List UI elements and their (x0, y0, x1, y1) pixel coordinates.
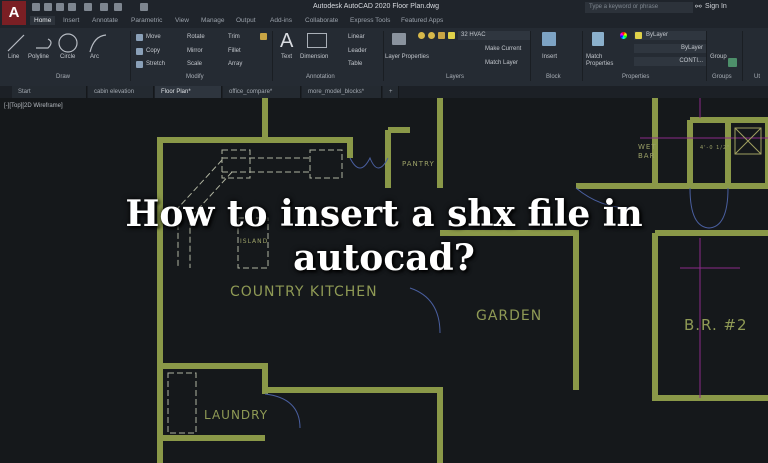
dimension-button[interactable]: Dimension (300, 54, 328, 60)
tab-featured-apps[interactable]: Featured Apps (401, 17, 443, 24)
file-tab-cabin-elevation[interactable]: cabin elevation (88, 86, 154, 98)
mirror-button[interactable]: Mirror (187, 48, 203, 54)
tab-express-tools[interactable]: Express Tools (350, 17, 390, 24)
app-logo[interactable]: A (2, 1, 26, 25)
color-swatch (635, 32, 642, 39)
lineweight-dropdown[interactable]: ByLayer (634, 44, 706, 53)
ribbon: Line Polyline Circle Arc Draw Move Copy … (0, 28, 768, 86)
tab-collaborate[interactable]: Collaborate (305, 17, 338, 24)
tab-manage[interactable]: Manage (201, 17, 225, 24)
sign-in-link[interactable]: Sign In (705, 3, 727, 10)
headline-line-2: autocad? (293, 237, 475, 279)
groups-panel-label[interactable]: Groups (712, 74, 732, 80)
table-button[interactable]: Table (348, 61, 362, 67)
headline-overlay: How to insert a shx file in autocad? (0, 192, 768, 280)
draw-tool-icons (7, 33, 107, 53)
tab-annotate[interactable]: Annotate (92, 17, 118, 24)
new-icon[interactable] (32, 3, 40, 11)
save-icon[interactable] (56, 3, 64, 11)
layers-panel-label[interactable]: Layers (446, 74, 464, 80)
array-button[interactable]: Array (228, 61, 242, 67)
ribbon-tabs: Home Insert Annotate Parametric View Man… (0, 15, 768, 28)
lock-icon (438, 32, 445, 39)
dimension-text: 4'-0 1/2" (700, 145, 731, 151)
fillet-button[interactable]: Fillet (228, 48, 241, 54)
match-properties-button[interactable]: Match Properties (586, 54, 616, 68)
utilities-panel-label[interactable]: Ut (754, 74, 760, 80)
tab-parametric[interactable]: Parametric (131, 17, 162, 24)
room-label-garden: GARDEN (476, 308, 543, 324)
text-icon: A (280, 30, 294, 52)
layer-dropdown[interactable]: 32 HVAC (458, 31, 530, 40)
room-label-wet-bar: WET BAR (638, 143, 657, 160)
tab-insert[interactable]: Insert (63, 17, 79, 24)
appliance-cross (734, 127, 762, 155)
properties-panel-label[interactable]: Properties (622, 74, 649, 80)
make-current-button[interactable]: Make Current (485, 46, 521, 52)
title-bar: Autodesk AutoCAD 2020 Floor Plan.dwg Typ… (0, 0, 768, 15)
file-tab-start[interactable]: Start (12, 86, 87, 98)
layer-properties-button[interactable]: Layer Properties (385, 54, 429, 61)
block-panel-label[interactable]: Block (546, 74, 561, 80)
move-icon (136, 34, 143, 41)
binoculars-icon[interactable]: ⚯ (695, 2, 702, 11)
circle-button[interactable]: Circle (60, 54, 75, 60)
color-dropdown[interactable]: ByLayer (634, 31, 706, 40)
new-tab-button[interactable]: + (383, 86, 399, 98)
color-wheel-icon (620, 32, 627, 39)
save-as-icon[interactable] (68, 3, 76, 11)
insert-icon (542, 32, 556, 46)
modify-panel-label[interactable]: Modify (186, 74, 204, 80)
move-button[interactable]: Move (146, 34, 161, 40)
headline-line-1: How to insert a shx file in (125, 193, 643, 235)
file-tabs: Start cabin elevation Floor Plan* office… (0, 86, 768, 98)
pencil-icon[interactable] (260, 33, 267, 40)
tab-add-ins[interactable]: Add-ins (270, 17, 292, 24)
redo-icon[interactable] (140, 3, 148, 11)
linear-button[interactable]: Linear (348, 34, 365, 40)
text-button[interactable]: Text (281, 54, 292, 60)
scale-button[interactable]: Scale (187, 61, 202, 67)
match-layer-button[interactable]: Match Layer (485, 60, 518, 66)
tab-home[interactable]: Home (30, 16, 56, 25)
undo-icon[interactable] (114, 3, 122, 11)
group-button[interactable]: Group (710, 54, 727, 60)
file-tab-floor-plan[interactable]: Floor Plan* (155, 86, 222, 98)
room-label-pantry: PANTRY (402, 160, 435, 168)
app-title: Autodesk AutoCAD 2020 Floor Plan.dwg (313, 3, 440, 10)
file-tab-more-model-blocks[interactable]: more_model_blocks* (302, 86, 382, 98)
room-label-br2: B.R. #2 (684, 316, 748, 334)
lightbulb-icon (418, 32, 425, 39)
polyline-button[interactable]: Polyline (28, 54, 49, 60)
leader-button[interactable]: Leader (348, 48, 367, 54)
dimension-icon (307, 33, 327, 48)
print-icon[interactable] (100, 3, 108, 11)
group-edit-icon[interactable] (728, 58, 737, 67)
stretch-button[interactable]: Stretch (146, 61, 165, 67)
search-input[interactable]: Type a keyword or phrase (585, 2, 693, 13)
linetype-dropdown[interactable]: CONTI... (634, 57, 706, 66)
copy-icon (136, 48, 143, 55)
viewport-controls[interactable]: [-][Top][2D Wireframe] (4, 103, 63, 109)
draw-panel-label[interactable]: Draw (56, 74, 70, 80)
trim-button[interactable]: Trim (228, 34, 240, 40)
arc-button[interactable]: Arc (90, 54, 99, 60)
line-button[interactable]: Line (8, 54, 19, 60)
tab-view[interactable]: View (175, 17, 189, 24)
stretch-icon (136, 61, 143, 68)
plot-icon[interactable] (84, 3, 92, 11)
match-properties-icon (592, 32, 604, 46)
copy-button[interactable]: Copy (146, 48, 160, 54)
open-icon[interactable] (44, 3, 52, 11)
rotate-button[interactable]: Rotate (187, 34, 205, 40)
insert-button[interactable]: Insert (542, 54, 557, 60)
tab-output[interactable]: Output (236, 17, 256, 24)
layer-color-icon (448, 32, 455, 39)
file-tab-office-compare[interactable]: office_compare* (223, 86, 301, 98)
sun-icon (428, 32, 435, 39)
layer-properties-icon (392, 33, 406, 45)
room-label-laundry: LAUNDRY (204, 408, 269, 422)
annotation-panel-label[interactable]: Annotation (306, 74, 335, 80)
room-label-kitchen: COUNTRY KITCHEN (230, 284, 378, 300)
